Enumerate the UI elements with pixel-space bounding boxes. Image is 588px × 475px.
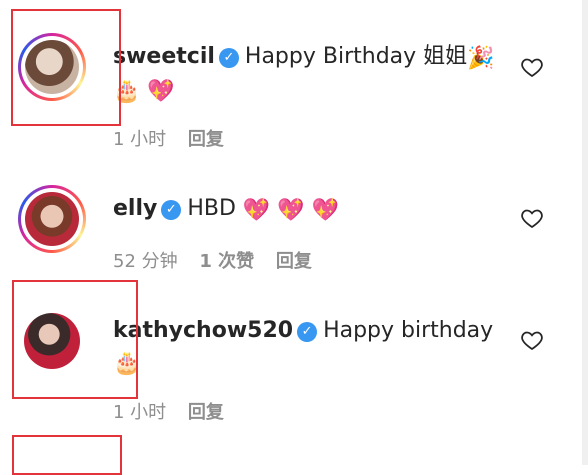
scrollbar[interactable]	[582, 0, 588, 465]
annotation-box	[12, 280, 138, 399]
comment-meta: 1 小时 回复	[113, 402, 240, 424]
comment-item-kathychow520: kathychow520 ✓ Happy birthday 🎂 1 小时 回复	[0, 0, 588, 440]
annotation-box	[12, 435, 122, 475]
timestamp: 1 小时	[113, 402, 167, 423]
comment-body: kathychow520 ✓ Happy birthday 🎂	[113, 315, 518, 379]
heart-outline-icon[interactable]	[520, 328, 544, 352]
reply-button[interactable]: 回复	[188, 402, 224, 423]
username-link[interactable]: kathychow520	[113, 318, 293, 343]
verified-badge-icon: ✓	[297, 322, 318, 342]
comment-text: Happy birthday	[323, 318, 494, 343]
